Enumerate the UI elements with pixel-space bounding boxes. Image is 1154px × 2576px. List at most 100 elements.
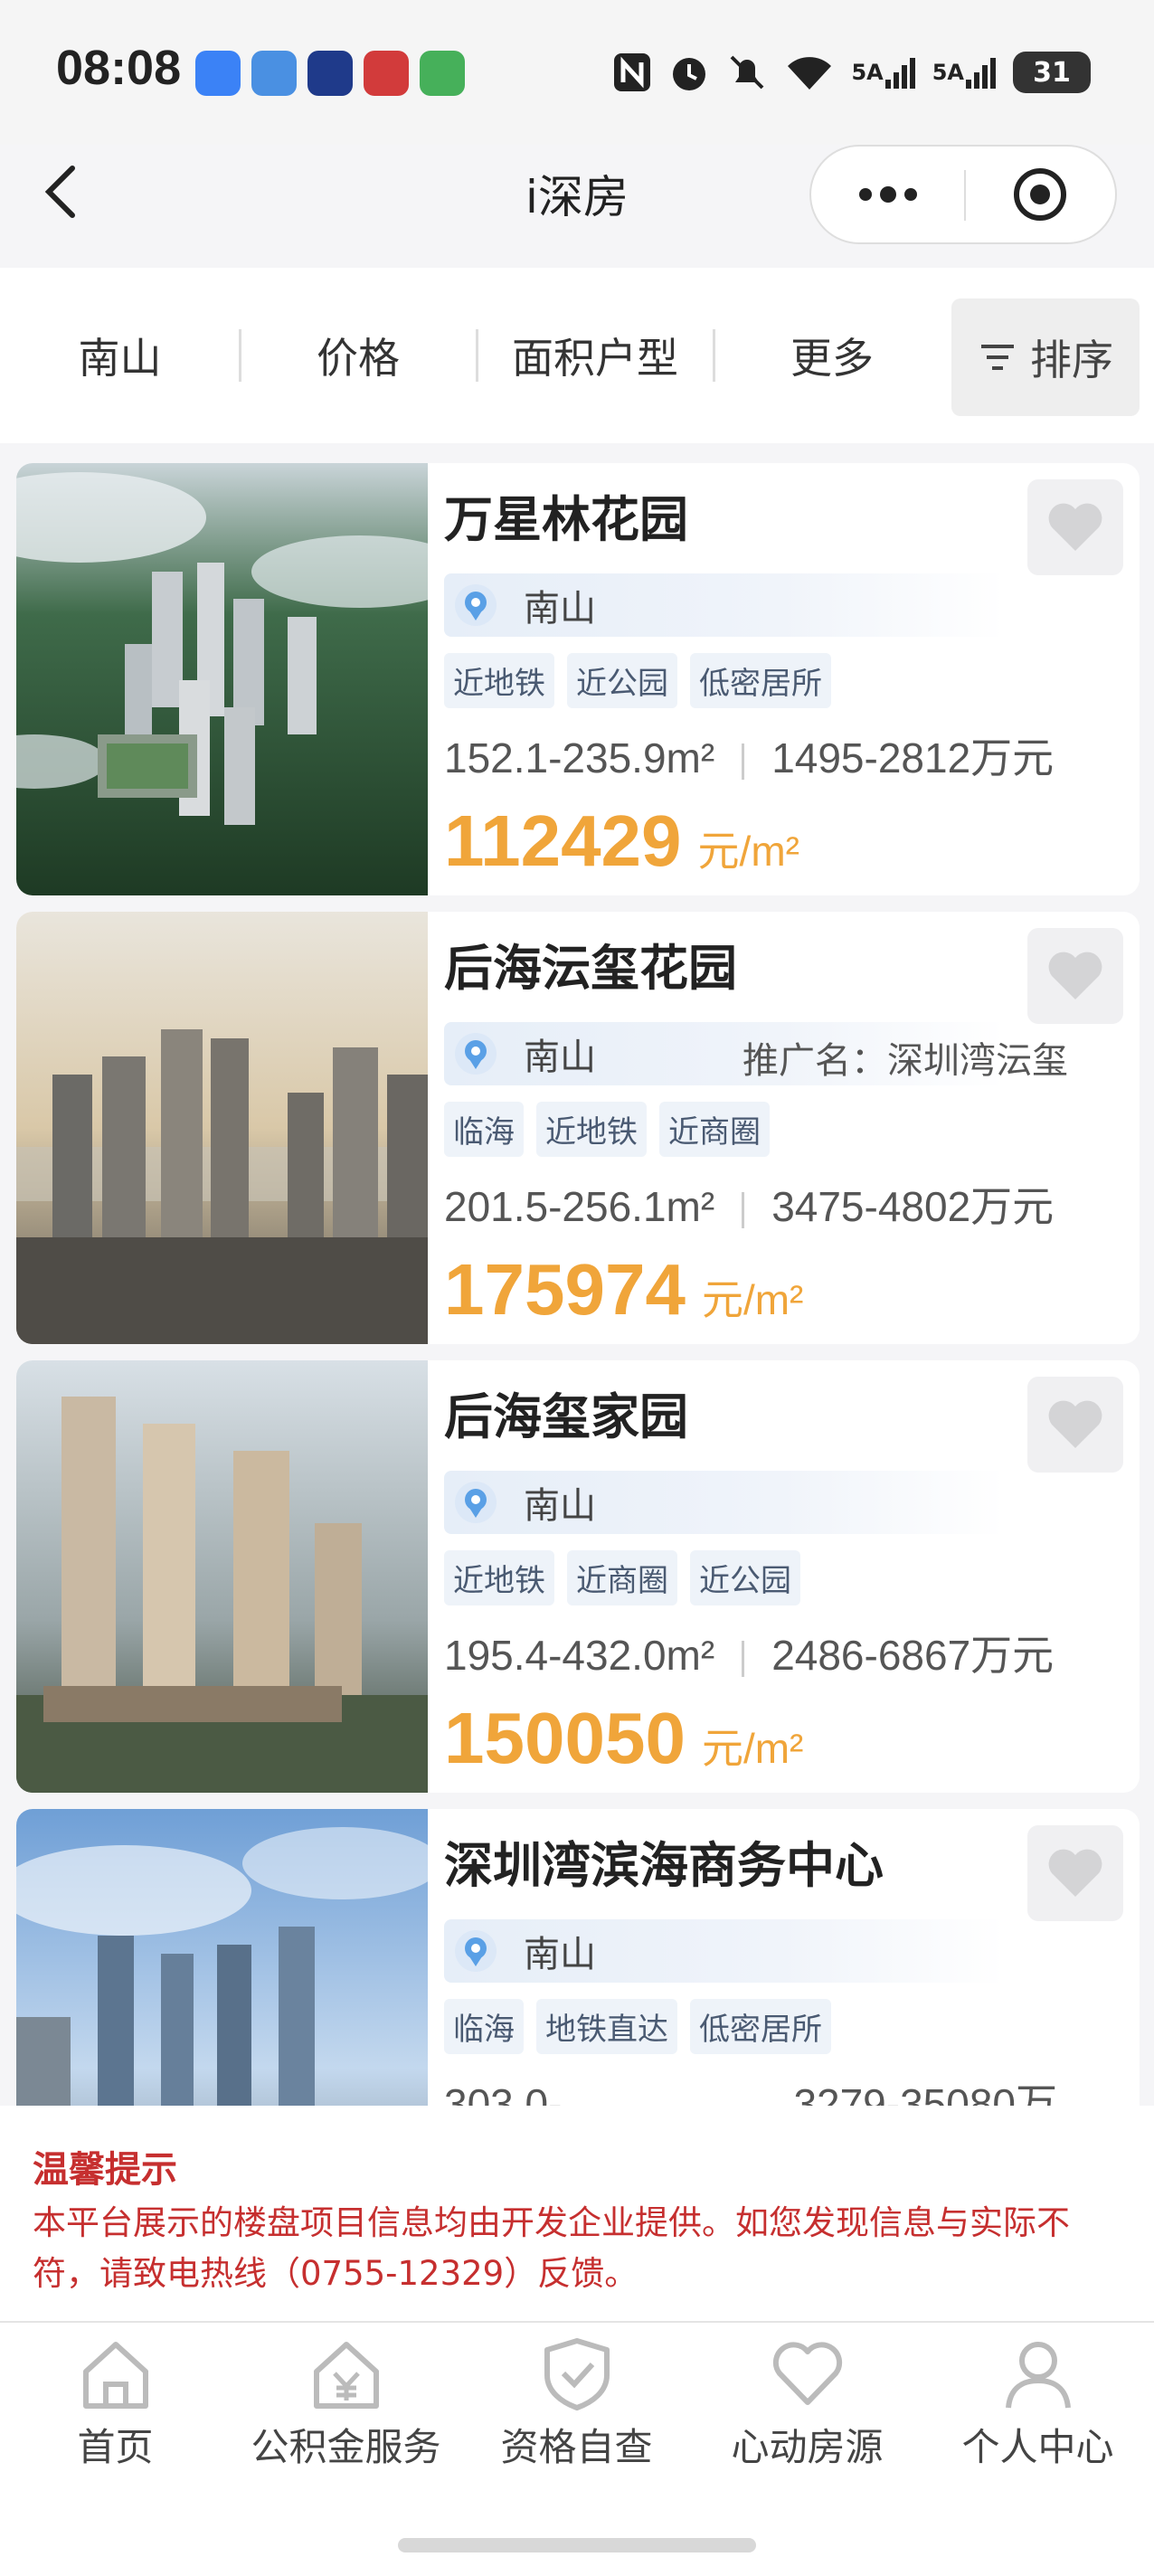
stocks-icon: [420, 51, 465, 96]
location-pin-icon: [455, 1930, 497, 1972]
spec-row: 152.1-235.9m² 1495-2812万元: [444, 725, 1054, 785]
unit-price: 150050: [444, 1698, 686, 1778]
location-pin-icon: [455, 1482, 497, 1523]
spec-row: 303.0- 3279-35080万: [444, 2071, 1057, 2106]
heart-icon: [1048, 1400, 1102, 1448]
status-time: 08:08: [56, 41, 182, 95]
weather-icon: [251, 51, 297, 96]
tab-label: 心动房源: [731, 2425, 884, 2469]
favorite-button[interactable]: [1027, 928, 1123, 1024]
area-range: 152.1-235.9m²: [444, 734, 715, 781]
tag: 近地铁: [444, 653, 554, 708]
bank-icon: [364, 51, 409, 96]
tag-list: 临海 近地铁 近商圈: [444, 1102, 770, 1157]
location-row: 南山 推广名：深圳湾沄玺: [444, 1022, 1068, 1085]
close-mini-program-button[interactable]: [965, 147, 1115, 242]
location-row: 南山: [444, 1471, 1005, 1534]
favorite-button[interactable]: [1027, 1377, 1123, 1473]
location-pin-icon: [455, 584, 497, 626]
sort-label: 排序: [1030, 336, 1113, 384]
area-range: 201.5-256.1m²: [444, 1183, 715, 1230]
listing-card[interactable]: 后海玺家园 南山 近地铁 近商圈 近公园 195.4-432.0m² 2486-6…: [16, 1360, 1140, 1793]
price-unit: 元/m²: [701, 1725, 804, 1772]
chat-bubble-icon: [195, 51, 241, 96]
tag: 临海: [444, 1999, 524, 2054]
location-pin-icon: [455, 1033, 497, 1075]
mini-program-capsule: [809, 145, 1117, 244]
filter-price[interactable]: 价格: [240, 268, 477, 443]
listing-card[interactable]: 后海沄玺花园 南山 推广名：深圳湾沄玺 临海 近地铁 近商圈 201.5-256…: [16, 912, 1140, 1344]
listing-title: 深圳湾滨海商务中心: [444, 1837, 884, 1894]
listing-card[interactable]: 万星林花园 南山 近地铁 近公园 低密居所 152.1-235.9m² 1495-…: [16, 463, 1140, 895]
tab-label: 资格自查: [500, 2425, 653, 2469]
tab-profile[interactable]: 个人中心: [922, 2323, 1153, 2486]
fund-house-icon: [231, 2335, 461, 2413]
tag: 近公园: [567, 653, 677, 708]
filter-district[interactable]: 南山: [0, 268, 240, 443]
tab-provident-fund[interactable]: 公积金服务: [231, 2323, 461, 2486]
promo-name: 推广名：深圳湾沄玺: [743, 1040, 1068, 1082]
tag: 近公园: [690, 1550, 800, 1605]
listing-title: 后海玺家园: [444, 1388, 688, 1445]
notice-body: 本平台展示的楼盘项目信息均由开发企业提供。如您发现信息与实际不符，请致电热线（0…: [33, 2203, 1070, 2293]
district-label: 南山: [524, 1485, 596, 1527]
filter-area-layout[interactable]: 面积户型: [477, 268, 714, 443]
unit-price: 112429: [444, 800, 682, 881]
nfc-icon: [612, 49, 652, 96]
tag: 近地铁: [444, 1550, 554, 1605]
favorite-button[interactable]: [1027, 1825, 1123, 1921]
district-label: 南山: [524, 1037, 596, 1078]
tag: 近地铁: [536, 1102, 647, 1157]
warm-notice: 温馨提示 本平台展示的楼盘项目信息均由开发企业提供。如您发现信息与实际不符，请致…: [0, 2106, 1154, 2323]
price-row: 175974 元/m²: [444, 1248, 803, 1331]
spec-row: 201.5-256.1m² 3475-4802万元: [444, 1174, 1054, 1234]
tab-favorites[interactable]: 心动房源: [692, 2323, 922, 2486]
status-bar: 08:08 5A 5A 31: [0, 0, 1154, 145]
user-icon: [922, 2335, 1153, 2413]
tag: 近商圈: [659, 1102, 770, 1157]
spec-divider: [742, 743, 745, 780]
sort-icon: [981, 345, 1014, 370]
target-close-icon: [1014, 168, 1066, 221]
spec-row: 195.4-432.0m² 2486-6867万元: [444, 1623, 1054, 1682]
tag-list: 近地铁 近商圈 近公园: [444, 1550, 800, 1605]
tag-list: 临海 地铁直达 低密居所: [444, 1999, 831, 2054]
notice-title: 温馨提示: [33, 2149, 177, 2191]
price-row: 112429 元/m²: [444, 800, 799, 883]
heart-icon: [1048, 952, 1102, 999]
listing-title: 万星林花园: [444, 491, 688, 548]
price-unit: 元/m²: [701, 1276, 804, 1323]
more-button[interactable]: [811, 147, 965, 242]
tab-label: 个人中心: [961, 2425, 1114, 2469]
total-price-range: 3279-35080万: [793, 2080, 1058, 2106]
district-label: 南山: [524, 588, 596, 630]
tab-home[interactable]: 首页: [0, 2323, 231, 2486]
system-icons: 5A 5A 31: [612, 49, 1091, 96]
favorite-button[interactable]: [1027, 479, 1123, 575]
listing-photo: [16, 912, 428, 1344]
filter-more[interactable]: 更多: [714, 268, 951, 443]
signal-icon-2: 5A: [932, 49, 997, 96]
tab-eligibility-check[interactable]: 资格自查: [461, 2323, 692, 2486]
app-badge-icon: [307, 51, 353, 96]
battery-icon: 31: [1013, 52, 1091, 93]
home-indicator[interactable]: [398, 2538, 756, 2552]
tag: 低密居所: [690, 653, 831, 708]
listing-card[interactable]: 深圳湾滨海商务中心 南山 临海 地铁直达 低密居所 303.0- 3279-350…: [16, 1809, 1140, 2106]
total-price-range: 1495-2812万元: [771, 734, 1055, 781]
shield-check-icon: [461, 2335, 692, 2413]
home-icon: [0, 2335, 231, 2413]
more-dots-icon: [859, 186, 917, 203]
spec-divider: [742, 1191, 745, 1228]
area-range: 303.0-: [444, 2080, 563, 2106]
listing-title: 后海沄玺花园: [444, 940, 737, 997]
tag: 低密居所: [690, 1999, 831, 2054]
wifi-icon: [784, 49, 835, 96]
tag: 临海: [444, 1102, 524, 1157]
location-row: 南山: [444, 573, 1005, 637]
signal-label-2: 5A: [932, 60, 964, 85]
tag: 近商圈: [567, 1550, 677, 1605]
sort-button[interactable]: 排序: [951, 298, 1140, 416]
location-row: 南山: [444, 1919, 1005, 1983]
district-label: 南山: [524, 1934, 596, 1975]
